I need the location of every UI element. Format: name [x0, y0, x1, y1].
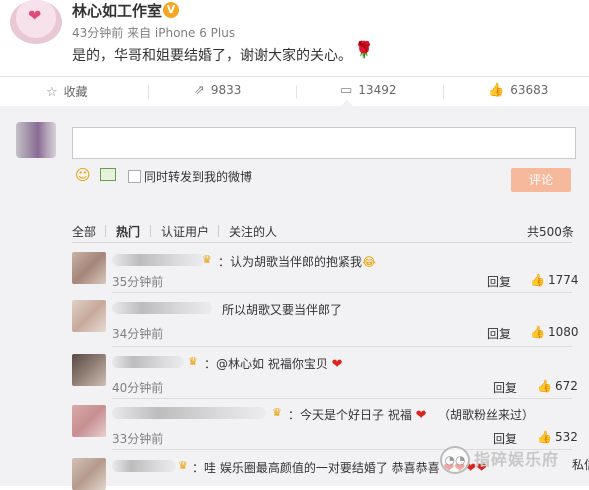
comment-like-button[interactable]: 👍 1080 [530, 325, 579, 339]
comment-button[interactable]: ▭ 13492 [340, 83, 396, 98]
action-divider [148, 85, 149, 99]
watermark: ◔◔ 指碎娱乐府 [440, 444, 589, 474]
row-divider [112, 292, 572, 293]
comment-like-button[interactable]: 👍 532 [537, 430, 578, 444]
repost-button[interactable]: ⇗ 9833 [194, 83, 241, 98]
avatar[interactable] [72, 458, 106, 490]
comment-time: 40分钟前 [112, 381, 164, 395]
avatar [16, 122, 56, 158]
row-divider [112, 346, 572, 347]
watermark-text: 指碎娱乐府 [474, 450, 560, 469]
avatar[interactable] [72, 300, 106, 332]
like-count: 63683 [510, 83, 549, 97]
avatar[interactable] [72, 405, 106, 437]
favorite-label: 收藏 [63, 85, 88, 99]
comment-total: 共500条 [527, 225, 574, 239]
commenter-name[interactable] [112, 407, 266, 419]
reply-button[interactable]: 回复 [487, 325, 511, 342]
post-meta: 43分钟前 来自 iPhone 6 Plus [72, 26, 236, 40]
member-badge-icon: ♛ [188, 355, 198, 368]
commenter-name[interactable] [112, 302, 212, 314]
post-text: 是的，华哥和姐要结婚了，谢谢大家的关心。 [72, 48, 352, 64]
comment-icon: ▭ [340, 83, 353, 98]
filter-divider [72, 242, 572, 243]
tab-verified-users[interactable]: 认证用户 [161, 223, 209, 240]
thumbs-up-icon: 👍 [530, 273, 545, 287]
repost-count: 9833 [210, 83, 242, 97]
wechat-icon: ◔◔ [440, 446, 470, 474]
reply-button[interactable]: 回复 [493, 379, 517, 396]
account-logo[interactable]: ❤ [10, 0, 62, 44]
comment-time: 33分钟前 [112, 432, 164, 446]
heart-logo-icon: ❤ [28, 6, 42, 25]
comment-time: 34分钟前 [112, 327, 164, 341]
comment-caret [340, 100, 354, 107]
comment-text: ：@林心如 祝福你宝贝 ❤ [204, 357, 343, 372]
thumbs-up-icon: 👍 [530, 325, 545, 339]
action-divider [443, 85, 444, 99]
tab-divider [150, 225, 151, 237]
verified-badge-icon: V [163, 2, 179, 18]
submit-comment-button[interactable]: 评论 [511, 168, 571, 192]
comment-like-button[interactable]: 👍 672 [537, 379, 578, 393]
action-divider [296, 85, 297, 99]
also-repost-checkbox[interactable] [128, 170, 141, 183]
image-icon[interactable] [100, 168, 116, 181]
avatar[interactable] [72, 354, 106, 386]
comment-text: 所以胡歌又要当伴郎了 [222, 303, 343, 317]
star-icon: ☆ [46, 85, 58, 100]
avatar[interactable] [72, 252, 106, 284]
heart-emoji-icon: ❤ [331, 357, 343, 372]
commenter-name[interactable] [112, 460, 176, 472]
thumbs-up-icon: 👍 [488, 83, 505, 98]
favorite-button[interactable]: ☆ 收藏 [46, 83, 88, 100]
comment-input[interactable] [72, 127, 576, 159]
tab-hot[interactable]: 热门 [116, 223, 140, 240]
comment-like-button[interactable]: 👍 1774 [530, 273, 579, 287]
comment-text: ：今天是个好日子 祝福 ❤ （胡歌粉丝来过） [288, 408, 535, 423]
commenter-name[interactable] [112, 254, 204, 266]
also-repost-label: 同时转发到我的微博 [144, 170, 253, 184]
like-button[interactable]: 👍 63683 [488, 83, 548, 98]
rose-icon: 🌹 [354, 40, 374, 59]
tab-following[interactable]: 关注的人 [229, 223, 277, 240]
account-name[interactable]: 林心如工作室 [72, 0, 162, 21]
commenter-name[interactable] [112, 356, 184, 368]
tab-divider [105, 225, 106, 237]
laugh-emoji-icon: 😂 [362, 255, 377, 269]
private-message-link[interactable]: 私信 [572, 456, 589, 473]
heart-emoji-icon: ❤ [415, 408, 427, 423]
comment-count: 13492 [358, 83, 397, 97]
repost-icon: ⇗ [194, 83, 205, 98]
member-badge-icon: ♛ [272, 406, 282, 419]
comment-time: 35分钟前 [112, 275, 164, 289]
row-divider [112, 398, 572, 399]
thumbs-up-icon: 👍 [537, 430, 552, 444]
comment-text: ：认为胡歌当伴郎的抱紧我😂 [218, 255, 377, 269]
reply-button[interactable]: 回复 [487, 273, 511, 290]
member-badge-icon: ♛ [202, 253, 212, 266]
tab-all[interactable]: 全部 [72, 223, 96, 240]
tab-divider [218, 225, 219, 237]
emoji-icon[interactable]: ☺ [75, 166, 91, 184]
thumbs-up-icon: 👍 [537, 379, 552, 393]
action-bar: ☆ 收藏 ⇗ 9833 ▭ 13492 👍 63683 [0, 76, 589, 108]
